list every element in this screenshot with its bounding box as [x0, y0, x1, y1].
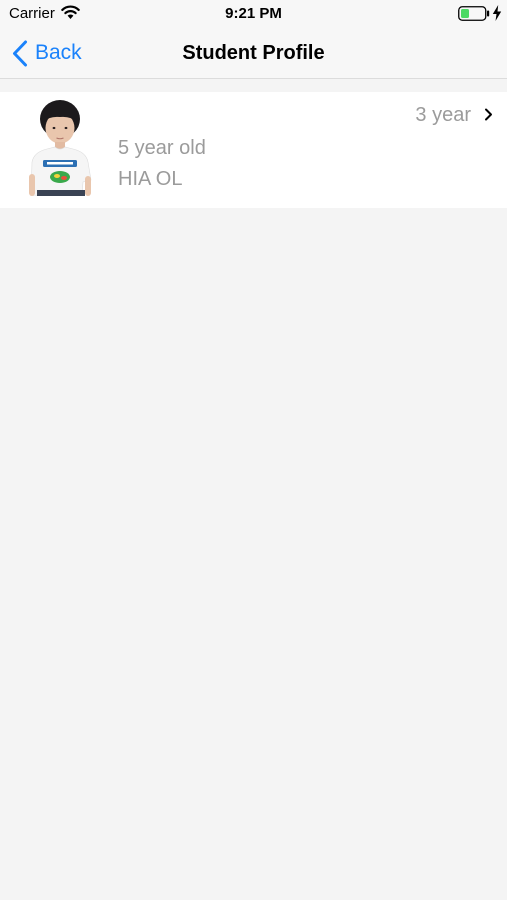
student-name: HIA OL: [118, 168, 183, 190]
battery-icon: [458, 6, 490, 21]
student-photo: [25, 100, 99, 196]
student-age: 5 year old: [118, 137, 206, 159]
chevron-right-icon: [485, 108, 492, 121]
content-area: 3 year 5 year old HIA OL: [0, 79, 507, 900]
student-row[interactable]: 3 year 5 year old HIA OL: [0, 92, 507, 208]
status-time: 9:21 PM: [225, 5, 282, 22]
status-bar: Carrier 9:21 PM: [0, 0, 507, 28]
page-title: Student Profile: [182, 42, 325, 64]
navigation-bar: Back Student Profile: [0, 28, 507, 79]
charging-bolt-icon: [492, 5, 502, 21]
student-years: 3 year: [415, 104, 471, 126]
